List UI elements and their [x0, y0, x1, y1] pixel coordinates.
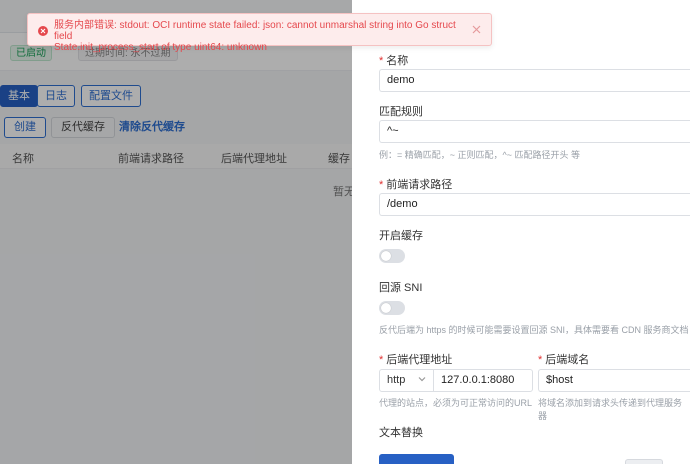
chevron-down-icon	[418, 377, 426, 382]
origin-sni-toggle[interactable]	[379, 301, 405, 315]
close-icon[interactable]	[472, 25, 481, 34]
cancel-button[interactable]	[625, 459, 663, 464]
text-replace-label: 文本替换	[379, 427, 423, 439]
proxy-edit-drawer: * 名称 demo 匹配规则 ^~ 例：= 精确匹配，~ 正则匹配，^~ 匹配路径…	[352, 0, 690, 464]
protocol-select-value: http	[387, 374, 406, 386]
error-circle-icon	[38, 26, 48, 36]
name-label: * 名称	[379, 55, 409, 67]
origin-sni-label: 回源 SNI	[379, 282, 423, 294]
backend-address-label: * 后端代理地址	[379, 354, 453, 366]
toast-message: 服务内部错误: stdout: OCI runtime state failed…	[54, 20, 474, 53]
backend-host-input[interactable]: $host	[538, 369, 690, 392]
backend-address-hint: 代理的站点，必须为可正常访问的URL	[379, 398, 533, 408]
enable-cache-label: 开启缓存	[379, 230, 423, 242]
toast-message-line-2: State.init_process_start of type uint64:…	[54, 42, 267, 53]
protocol-select[interactable]: http	[379, 369, 434, 392]
match-rule-label: 匹配规则	[379, 106, 423, 118]
match-rule-input[interactable]: ^~	[379, 120, 690, 143]
backend-host-hint: 将域名添加到请求头传递到代理服务器	[538, 398, 683, 421]
origin-sni-hint: 反代后端为 https 的时候可能需要设置回源 SNI，具体需要看 CDN 服务…	[379, 325, 689, 335]
error-toast: 服务内部错误: stdout: OCI runtime state failed…	[27, 13, 492, 53]
frontend-path-label: * 前端请求路径	[379, 179, 453, 191]
enable-cache-toggle[interactable]	[379, 249, 405, 263]
toast-message-line-1: 服务内部错误: stdout: OCI runtime state failed…	[54, 20, 456, 42]
submit-button[interactable]	[379, 454, 454, 464]
match-rule-hint: 例：= 精确匹配，~ 正则匹配，^~ 匹配路径开头 等	[379, 150, 580, 160]
backend-address-input[interactable]: 127.0.0.1:8080	[433, 369, 533, 392]
backend-host-label: * 后端域名	[538, 354, 590, 366]
frontend-path-input[interactable]: /demo	[379, 193, 690, 216]
name-input[interactable]: demo	[379, 69, 690, 92]
